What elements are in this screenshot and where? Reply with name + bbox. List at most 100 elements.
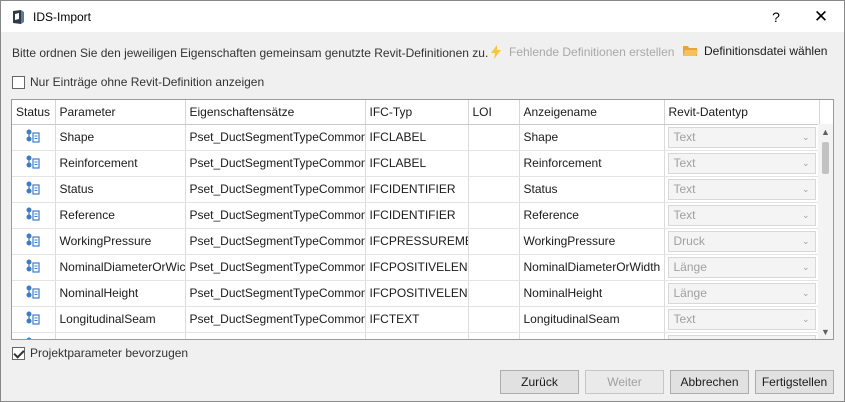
revit-datatype-select[interactable]: Druck ⌄ [667, 230, 816, 252]
display-name-cell[interactable]: Shape [519, 124, 665, 151]
scroll-down-icon[interactable]: ▼ [818, 324, 833, 339]
revit-datatype-select[interactable]: Text ⌄ [667, 152, 816, 174]
revit-datatype-cell[interactable]: Temperatur ⌄ [664, 332, 820, 341]
property-set-cell: Pset_DuctSegmentTypeCommon [185, 280, 366, 307]
help-button[interactable]: ? [753, 1, 799, 32]
status-cell[interactable] [12, 254, 56, 281]
display-name-cell[interactable]: NominalDiameterOrWidth [519, 254, 665, 281]
display-name-cell[interactable]: LongitudinalSeam [519, 306, 665, 333]
close-button[interactable]: ✕ [798, 1, 844, 32]
create-missing-definitions-button[interactable]: Fehlende Definitionen erstellen [488, 44, 674, 60]
shared-parameter-icon [25, 155, 41, 173]
revit-datatype-value: Druck [673, 234, 705, 248]
revit-datatype-value: Text [673, 208, 696, 222]
choose-definition-file-button[interactable]: Definitionsdatei wählen [682, 44, 827, 58]
chevron-down-icon: ⌄ [802, 340, 810, 341]
status-cell[interactable] [12, 202, 56, 229]
parameter-cell: Reference [55, 202, 186, 229]
loi-cell[interactable] [468, 254, 520, 281]
table-row[interactable]: Status Pset_DuctSegmentTypeCommon IFCIDENT… [12, 176, 820, 203]
display-name-cell[interactable]: Reinforcement [519, 150, 665, 177]
revit-datatype-cell[interactable]: Länge ⌄ [664, 280, 820, 307]
shared-parameter-icon [25, 207, 41, 225]
display-name-cell[interactable]: Status [519, 176, 665, 203]
create-missing-definitions-label: Fehlende Definitionen erstellen [509, 45, 675, 59]
loi-cell[interactable] [468, 124, 520, 151]
parameter-cell: TemperatureRange [55, 332, 186, 339]
property-set-cell: Pset_DuctSegmentTypeCommon [185, 202, 366, 229]
revit-datatype-select[interactable]: Text ⌄ [667, 126, 816, 148]
scroll-up-icon[interactable]: ▲ [818, 124, 833, 139]
column-header-display-name[interactable]: Anzeigename [519, 100, 665, 125]
grid-body: Shape Pset_DuctSegmentTypeCommon IFCLABEL S… [12, 124, 820, 341]
status-cell[interactable] [12, 306, 56, 333]
revit-datatype-select[interactable]: Text ⌄ [667, 178, 816, 200]
chevron-down-icon: ⌄ [801, 313, 810, 324]
parameter-cell: Shape [55, 124, 186, 151]
column-header-ifc-type[interactable]: IFC-Typ [365, 100, 469, 125]
revit-datatype-value: Länge [673, 260, 707, 274]
lightning-icon [488, 44, 504, 60]
revit-datatype-cell[interactable]: Text ⌄ [664, 176, 820, 203]
display-name-cell[interactable]: Reference [519, 202, 665, 229]
column-header-status[interactable]: Status [12, 100, 56, 125]
only-missing-checkbox[interactable] [12, 75, 25, 89]
status-cell[interactable] [12, 176, 56, 203]
revit-datatype-cell[interactable]: Länge ⌄ [664, 254, 820, 281]
table-row[interactable]: TemperatureRangePset_DuctSegmentTypeComm… [12, 332, 820, 341]
vertical-scrollbar[interactable]: ▲ ▼ [818, 124, 833, 339]
status-cell[interactable] [12, 228, 56, 255]
revit-datatype-select[interactable]: Text ⌄ [667, 308, 816, 330]
table-row[interactable]: LongitudinalSeam Pset_DuctSegmentTypeComm… [12, 306, 820, 333]
prefer-project-params-checkbox[interactable] [12, 346, 25, 360]
revit-datatype-cell[interactable]: Text ⌄ [664, 306, 820, 333]
display-name-cell[interactable]: WorkingPressure [519, 228, 665, 255]
scroll-thumb[interactable] [822, 142, 829, 174]
loi-cell[interactable] [468, 228, 520, 255]
revit-datatype-cell[interactable]: Text ⌄ [664, 124, 820, 151]
instruction-text: Bitte ordnen Sie den jeweiligen Eigensch… [12, 46, 489, 60]
column-header-parameter[interactable]: Parameter [55, 100, 186, 125]
loi-cell[interactable] [468, 202, 520, 229]
property-set-cell: Pset_DuctSegmentTypeCommon [185, 176, 366, 203]
revit-datatype-cell[interactable]: Druck ⌄ [664, 228, 820, 255]
loi-cell[interactable] [468, 280, 520, 307]
revit-datatype-value: Temperatur [674, 338, 735, 339]
loi-cell[interactable] [468, 176, 520, 203]
status-cell[interactable] [12, 150, 56, 177]
column-header-revit-datatype[interactable]: Revit-Datentyp [664, 100, 820, 125]
table-row[interactable]: Reinforcement Pset_DuctSegmentTypeCommon I… [12, 150, 820, 177]
column-header-property-sets[interactable]: Eigenschaftensätze [185, 100, 366, 125]
status-cell[interactable] [12, 332, 56, 339]
only-missing-filter[interactable]: Nur Einträge ohne Revit-Definition anzei… [12, 75, 264, 89]
table-row[interactable]: Shape Pset_DuctSegmentTypeCommon IFCLABEL S… [12, 124, 820, 151]
status-cell[interactable] [12, 124, 56, 151]
back-button[interactable]: Zurück [500, 370, 579, 394]
property-set-cell: Pset_DuctSegmentTypeCommon [185, 124, 366, 151]
display-name-cell[interactable]: TemperatureRange [519, 332, 665, 339]
revit-datatype-select[interactable]: Länge ⌄ [667, 256, 816, 278]
finish-button[interactable]: Fertigstellen [755, 370, 834, 394]
loi-cell[interactable] [468, 332, 520, 339]
status-cell[interactable] [12, 280, 56, 307]
loi-cell[interactable] [468, 306, 520, 333]
column-header-loi[interactable]: LOI [468, 100, 520, 125]
display-name-cell[interactable]: NominalHeight [519, 280, 665, 307]
prefer-project-params-option[interactable]: Projektparameter bevorzugen [12, 346, 188, 360]
parameter-cell: WorkingPressure [55, 228, 186, 255]
revit-datatype-select[interactable]: Text ⌄ [667, 204, 816, 226]
table-row[interactable]: WorkingPressure Pset_DuctSegmentTypeCommo… [12, 228, 820, 255]
revit-datatype-select[interactable]: Länge ⌄ [667, 282, 816, 304]
table-row[interactable]: Reference Pset_DuctSegmentTypeCommon IFCID… [12, 202, 820, 229]
table-row[interactable]: NominalDiameterOrWic Pset_DuctSegmentType… [12, 254, 820, 281]
revit-datatype-cell[interactable]: Text ⌄ [664, 150, 820, 177]
table-row[interactable]: NominalHeight Pset_DuctSegmentTypeCommon I… [12, 280, 820, 307]
loi-cell[interactable] [468, 150, 520, 177]
cancel-button[interactable]: Abbrechen [670, 370, 749, 394]
next-button[interactable]: Weiter [585, 370, 664, 394]
chevron-down-icon: ⌄ [801, 209, 810, 220]
revit-datatype-select[interactable]: Temperatur ⌄ [667, 334, 816, 341]
parameter-cell: Reinforcement [55, 150, 186, 177]
revit-datatype-cell[interactable]: Text ⌄ [664, 202, 820, 229]
revit-datatype-value: Text [673, 156, 696, 170]
